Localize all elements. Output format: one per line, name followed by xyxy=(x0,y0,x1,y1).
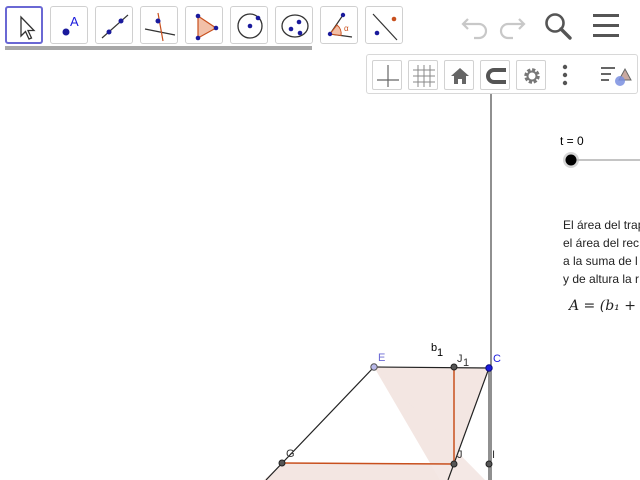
slider-handle[interactable] xyxy=(565,154,577,166)
label-j1: J xyxy=(457,353,463,365)
polygon-tool-icon xyxy=(195,13,219,41)
toggle-grid-button[interactable] xyxy=(408,60,438,90)
move-tool-icon xyxy=(20,15,36,40)
gear-icon xyxy=(524,68,540,84)
axes-icon xyxy=(377,65,399,87)
move-tool-button[interactable] xyxy=(5,6,43,44)
description-text: El área del trap el área del rec a la su… xyxy=(563,216,640,288)
point-c[interactable] xyxy=(485,364,493,372)
area-formula: A = (b₁ + ( xyxy=(569,298,640,314)
description-line: El área del trap xyxy=(563,218,640,232)
angle-tool-button[interactable]: α xyxy=(320,6,358,44)
label-i: I xyxy=(492,449,495,461)
description-line: y de altura la r xyxy=(563,272,640,286)
search-icon[interactable] xyxy=(542,10,574,42)
hamburger-menu-icon[interactable] xyxy=(591,10,621,40)
point-tool-button[interactable]: A xyxy=(50,6,88,44)
redo-icon[interactable] xyxy=(497,10,527,40)
point-i[interactable] xyxy=(485,460,493,468)
reflect-tool-button[interactable] xyxy=(365,6,403,44)
svg-text:α: α xyxy=(344,24,349,33)
point-e[interactable] xyxy=(370,363,378,371)
line-tool-icon xyxy=(101,14,129,39)
point-tool-label: A xyxy=(70,14,79,29)
ellipse-tool-button[interactable] xyxy=(275,6,313,44)
slider-label: t = 0 xyxy=(560,134,584,148)
point-j[interactable] xyxy=(450,460,458,468)
graphics-style-bar xyxy=(366,54,638,94)
point-g[interactable] xyxy=(278,459,286,467)
perpendicular-line-tool-icon xyxy=(144,12,176,42)
label-j1-sub: 1 xyxy=(463,357,469,369)
view-toggle-icon[interactable] xyxy=(599,60,635,90)
point-capturing-icon xyxy=(486,68,506,84)
home-icon xyxy=(451,68,469,84)
line-tool-button[interactable] xyxy=(95,6,133,44)
toolbar-scroll-indicator xyxy=(5,46,312,50)
label-e: E xyxy=(378,352,385,364)
label-c: C xyxy=(493,353,501,365)
toggle-axes-button[interactable] xyxy=(372,60,402,90)
description-line: a la suma de l xyxy=(563,254,638,268)
grid-icon xyxy=(413,65,435,87)
angle-tool-icon: α xyxy=(327,12,353,38)
circle-tool-button[interactable] xyxy=(230,6,268,44)
settings-button[interactable] xyxy=(516,60,546,90)
polygon-tool-button[interactable] xyxy=(185,6,223,44)
label-j: J xyxy=(457,449,463,461)
description-line: el área del rec xyxy=(563,236,640,250)
label-b1-sub: 1 xyxy=(437,347,443,359)
undo-icon[interactable] xyxy=(460,10,490,40)
more-vertical-icon[interactable] xyxy=(558,60,572,90)
perpendicular-tool-button[interactable] xyxy=(140,6,178,44)
ellipse-tool-icon xyxy=(281,14,309,38)
standard-view-button[interactable] xyxy=(444,60,474,90)
reflect-tool-icon xyxy=(372,13,398,41)
circle-tool-icon xyxy=(237,13,263,39)
label-g: G xyxy=(286,448,295,460)
segment-g-j xyxy=(281,462,455,465)
toolbar: A α xyxy=(0,0,640,52)
point-tool-icon: A xyxy=(62,14,79,36)
point-capturing-button[interactable] xyxy=(480,60,510,90)
